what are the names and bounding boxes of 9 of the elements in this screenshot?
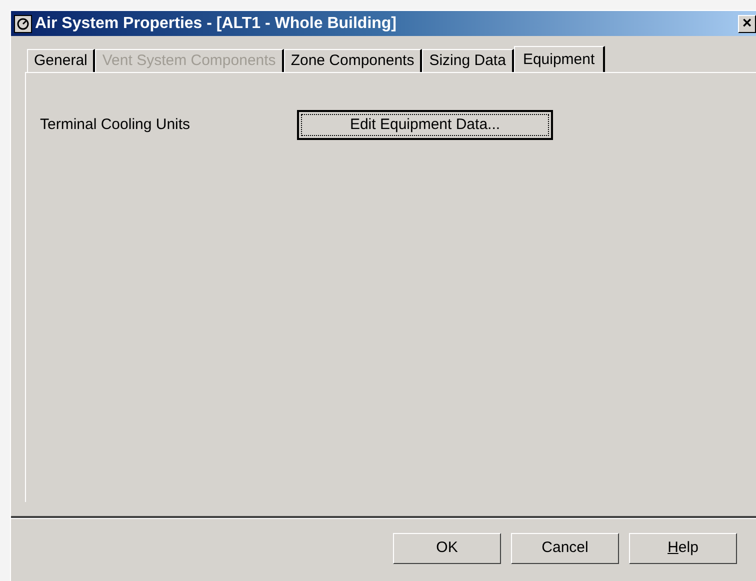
- edit-equipment-button[interactable]: Edit Equipment Data...: [297, 110, 553, 140]
- window-title: Air System Properties - [ALT1 - Whole Building]: [35, 14, 397, 34]
- dialog-button[interactable]: OK: [393, 533, 501, 564]
- app-icon[interactable]: [14, 14, 32, 32]
- field-label: Terminal Cooling Units: [40, 114, 192, 135]
- close-button[interactable]: ×: [738, 14, 756, 32]
- dialog-button[interactable]: Cancel: [511, 533, 619, 564]
- tab[interactable]: Equipment: [514, 46, 605, 73]
- dialog-button[interactable]: Help: [629, 533, 737, 564]
